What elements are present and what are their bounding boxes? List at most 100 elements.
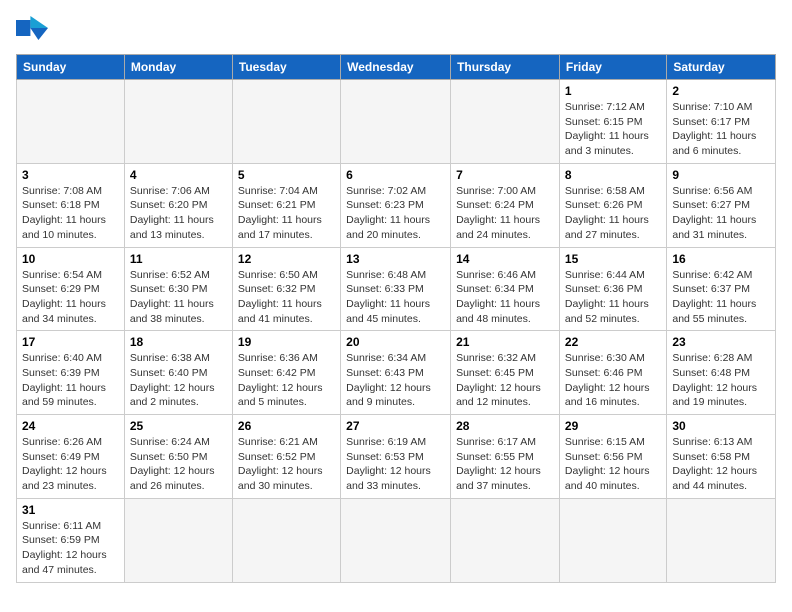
calendar-cell: 15 Sunrise: 6:44 AM Sunset: 6:36 PM Dayli…: [559, 247, 666, 331]
day-info: Sunrise: 6:50 AM Sunset: 6:32 PM Dayligh…: [238, 268, 335, 327]
calendar-cell: 14 Sunrise: 6:46 AM Sunset: 6:34 PM Dayli…: [451, 247, 560, 331]
day-number: 23: [672, 335, 770, 349]
calendar-cell: 18Sunrise: 6:38 AM Sunset: 6:40 PM Dayli…: [124, 331, 232, 415]
day-info: Sunrise: 6:32 AM Sunset: 6:45 PM Dayligh…: [456, 351, 554, 410]
day-number: 1: [565, 84, 661, 98]
day-number: 29: [565, 419, 661, 433]
calendar-cell: [232, 80, 340, 164]
calendar-cell: [451, 80, 560, 164]
calendar-cell: 28 Sunrise: 6:17 AM Sunset: 6:55 PM Dayli…: [451, 415, 560, 499]
day-number: 6: [346, 168, 445, 182]
day-info: Sunrise: 6:13 AM Sunset: 6:58 PM Dayligh…: [672, 435, 770, 494]
calendar-cell: 17Sunrise: 6:40 AM Sunset: 6:39 PM Dayli…: [17, 331, 125, 415]
calendar-cell: 16 Sunrise: 6:42 AM Sunset: 6:37 PM Dayli…: [667, 247, 776, 331]
calendar-cell: [667, 498, 776, 582]
day-number: 25: [130, 419, 227, 433]
day-info: Sunrise: 7:02 AM Sunset: 6:23 PM Dayligh…: [346, 184, 445, 243]
day-info: Sunrise: 6:21 AM Sunset: 6:52 PM Dayligh…: [238, 435, 335, 494]
day-number: 4: [130, 168, 227, 182]
day-number: 20: [346, 335, 445, 349]
calendar-cell: 11 Sunrise: 6:52 AM Sunset: 6:30 PM Dayli…: [124, 247, 232, 331]
day-number: 9: [672, 168, 770, 182]
calendar-cell: [232, 498, 340, 582]
day-info: Sunrise: 6:54 AM Sunset: 6:29 PM Dayligh…: [22, 268, 119, 327]
calendar-table: SundayMondayTuesdayWednesdayThursdayFrid…: [16, 54, 776, 583]
calendar-cell: [451, 498, 560, 582]
day-info: Sunrise: 6:28 AM Sunset: 6:48 PM Dayligh…: [672, 351, 770, 410]
day-number: 30: [672, 419, 770, 433]
calendar-cell: 13 Sunrise: 6:48 AM Sunset: 6:33 PM Dayli…: [341, 247, 451, 331]
calendar-cell: 3 Sunrise: 7:08 AM Sunset: 6:18 PM Daylig…: [17, 163, 125, 247]
day-number: 8: [565, 168, 661, 182]
day-number: 5: [238, 168, 335, 182]
calendar-cell: [17, 80, 125, 164]
calendar-cell: 29 Sunrise: 6:15 AM Sunset: 6:56 PM Dayli…: [559, 415, 666, 499]
day-number: 10: [22, 252, 119, 266]
day-number: 16: [672, 252, 770, 266]
calendar-header-monday: Monday: [124, 55, 232, 80]
calendar-week-4: 17Sunrise: 6:40 AM Sunset: 6:39 PM Dayli…: [17, 331, 776, 415]
day-number: 26: [238, 419, 335, 433]
calendar-cell: 4 Sunrise: 7:06 AM Sunset: 6:20 PM Daylig…: [124, 163, 232, 247]
calendar-cell: 21Sunrise: 6:32 AM Sunset: 6:45 PM Dayli…: [451, 331, 560, 415]
calendar-header-friday: Friday: [559, 55, 666, 80]
day-number: 7: [456, 168, 554, 182]
day-info: Sunrise: 7:12 AM Sunset: 6:15 PM Dayligh…: [565, 100, 661, 159]
calendar-cell: 26 Sunrise: 6:21 AM Sunset: 6:52 PM Dayli…: [232, 415, 340, 499]
calendar-week-6: 31Sunrise: 6:11 AM Sunset: 6:59 PM Dayli…: [17, 498, 776, 582]
day-info: Sunrise: 6:48 AM Sunset: 6:33 PM Dayligh…: [346, 268, 445, 327]
calendar-week-5: 24 Sunrise: 6:26 AM Sunset: 6:49 PM Dayli…: [17, 415, 776, 499]
header: [16, 16, 776, 44]
day-info: Sunrise: 6:56 AM Sunset: 6:27 PM Dayligh…: [672, 184, 770, 243]
day-info: Sunrise: 6:44 AM Sunset: 6:36 PM Dayligh…: [565, 268, 661, 327]
calendar-header-thursday: Thursday: [451, 55, 560, 80]
day-number: 24: [22, 419, 119, 433]
day-info: Sunrise: 6:52 AM Sunset: 6:30 PM Dayligh…: [130, 268, 227, 327]
day-number: 19: [238, 335, 335, 349]
day-number: 17: [22, 335, 119, 349]
calendar-cell: 30 Sunrise: 6:13 AM Sunset: 6:58 PM Dayli…: [667, 415, 776, 499]
day-info: Sunrise: 6:42 AM Sunset: 6:37 PM Dayligh…: [672, 268, 770, 327]
calendar-cell: [341, 498, 451, 582]
day-number: 2: [672, 84, 770, 98]
day-number: 14: [456, 252, 554, 266]
day-number: 12: [238, 252, 335, 266]
calendar-header-wednesday: Wednesday: [341, 55, 451, 80]
calendar-cell: 9 Sunrise: 6:56 AM Sunset: 6:27 PM Daylig…: [667, 163, 776, 247]
day-info: Sunrise: 7:08 AM Sunset: 6:18 PM Dayligh…: [22, 184, 119, 243]
calendar-week-2: 3 Sunrise: 7:08 AM Sunset: 6:18 PM Daylig…: [17, 163, 776, 247]
day-info: Sunrise: 6:34 AM Sunset: 6:43 PM Dayligh…: [346, 351, 445, 410]
day-info: Sunrise: 6:26 AM Sunset: 6:49 PM Dayligh…: [22, 435, 119, 494]
calendar-cell: [559, 498, 666, 582]
calendar-cell: [341, 80, 451, 164]
calendar-cell: [124, 498, 232, 582]
day-number: 15: [565, 252, 661, 266]
day-number: 27: [346, 419, 445, 433]
calendar-cell: 5 Sunrise: 7:04 AM Sunset: 6:21 PM Daylig…: [232, 163, 340, 247]
day-number: 3: [22, 168, 119, 182]
calendar-cell: 12 Sunrise: 6:50 AM Sunset: 6:32 PM Dayli…: [232, 247, 340, 331]
calendar-cell: 27Sunrise: 6:19 AM Sunset: 6:53 PM Dayli…: [341, 415, 451, 499]
calendar-cell: 1 Sunrise: 7:12 AM Sunset: 6:15 PM Daylig…: [559, 80, 666, 164]
day-info: Sunrise: 7:00 AM Sunset: 6:24 PM Dayligh…: [456, 184, 554, 243]
day-number: 13: [346, 252, 445, 266]
day-info: Sunrise: 6:17 AM Sunset: 6:55 PM Dayligh…: [456, 435, 554, 494]
calendar-cell: 19Sunrise: 6:36 AM Sunset: 6:42 PM Dayli…: [232, 331, 340, 415]
calendar-cell: [124, 80, 232, 164]
logo: [16, 16, 54, 44]
calendar-cell: 8Sunrise: 6:58 AM Sunset: 6:26 PM Daylig…: [559, 163, 666, 247]
calendar-header-row: SundayMondayTuesdayWednesdayThursdayFrid…: [17, 55, 776, 80]
calendar-cell: 20 Sunrise: 6:34 AM Sunset: 6:43 PM Dayli…: [341, 331, 451, 415]
calendar-week-1: 1 Sunrise: 7:12 AM Sunset: 6:15 PM Daylig…: [17, 80, 776, 164]
day-info: Sunrise: 7:10 AM Sunset: 6:17 PM Dayligh…: [672, 100, 770, 159]
day-number: 11: [130, 252, 227, 266]
calendar-cell: 6 Sunrise: 7:02 AM Sunset: 6:23 PM Daylig…: [341, 163, 451, 247]
day-info: Sunrise: 6:46 AM Sunset: 6:34 PM Dayligh…: [456, 268, 554, 327]
calendar-header-saturday: Saturday: [667, 55, 776, 80]
day-info: Sunrise: 6:15 AM Sunset: 6:56 PM Dayligh…: [565, 435, 661, 494]
day-info: Sunrise: 7:04 AM Sunset: 6:21 PM Dayligh…: [238, 184, 335, 243]
day-info: Sunrise: 6:30 AM Sunset: 6:46 PM Dayligh…: [565, 351, 661, 410]
day-info: Sunrise: 7:06 AM Sunset: 6:20 PM Dayligh…: [130, 184, 227, 243]
day-number: 28: [456, 419, 554, 433]
calendar-header-sunday: Sunday: [17, 55, 125, 80]
